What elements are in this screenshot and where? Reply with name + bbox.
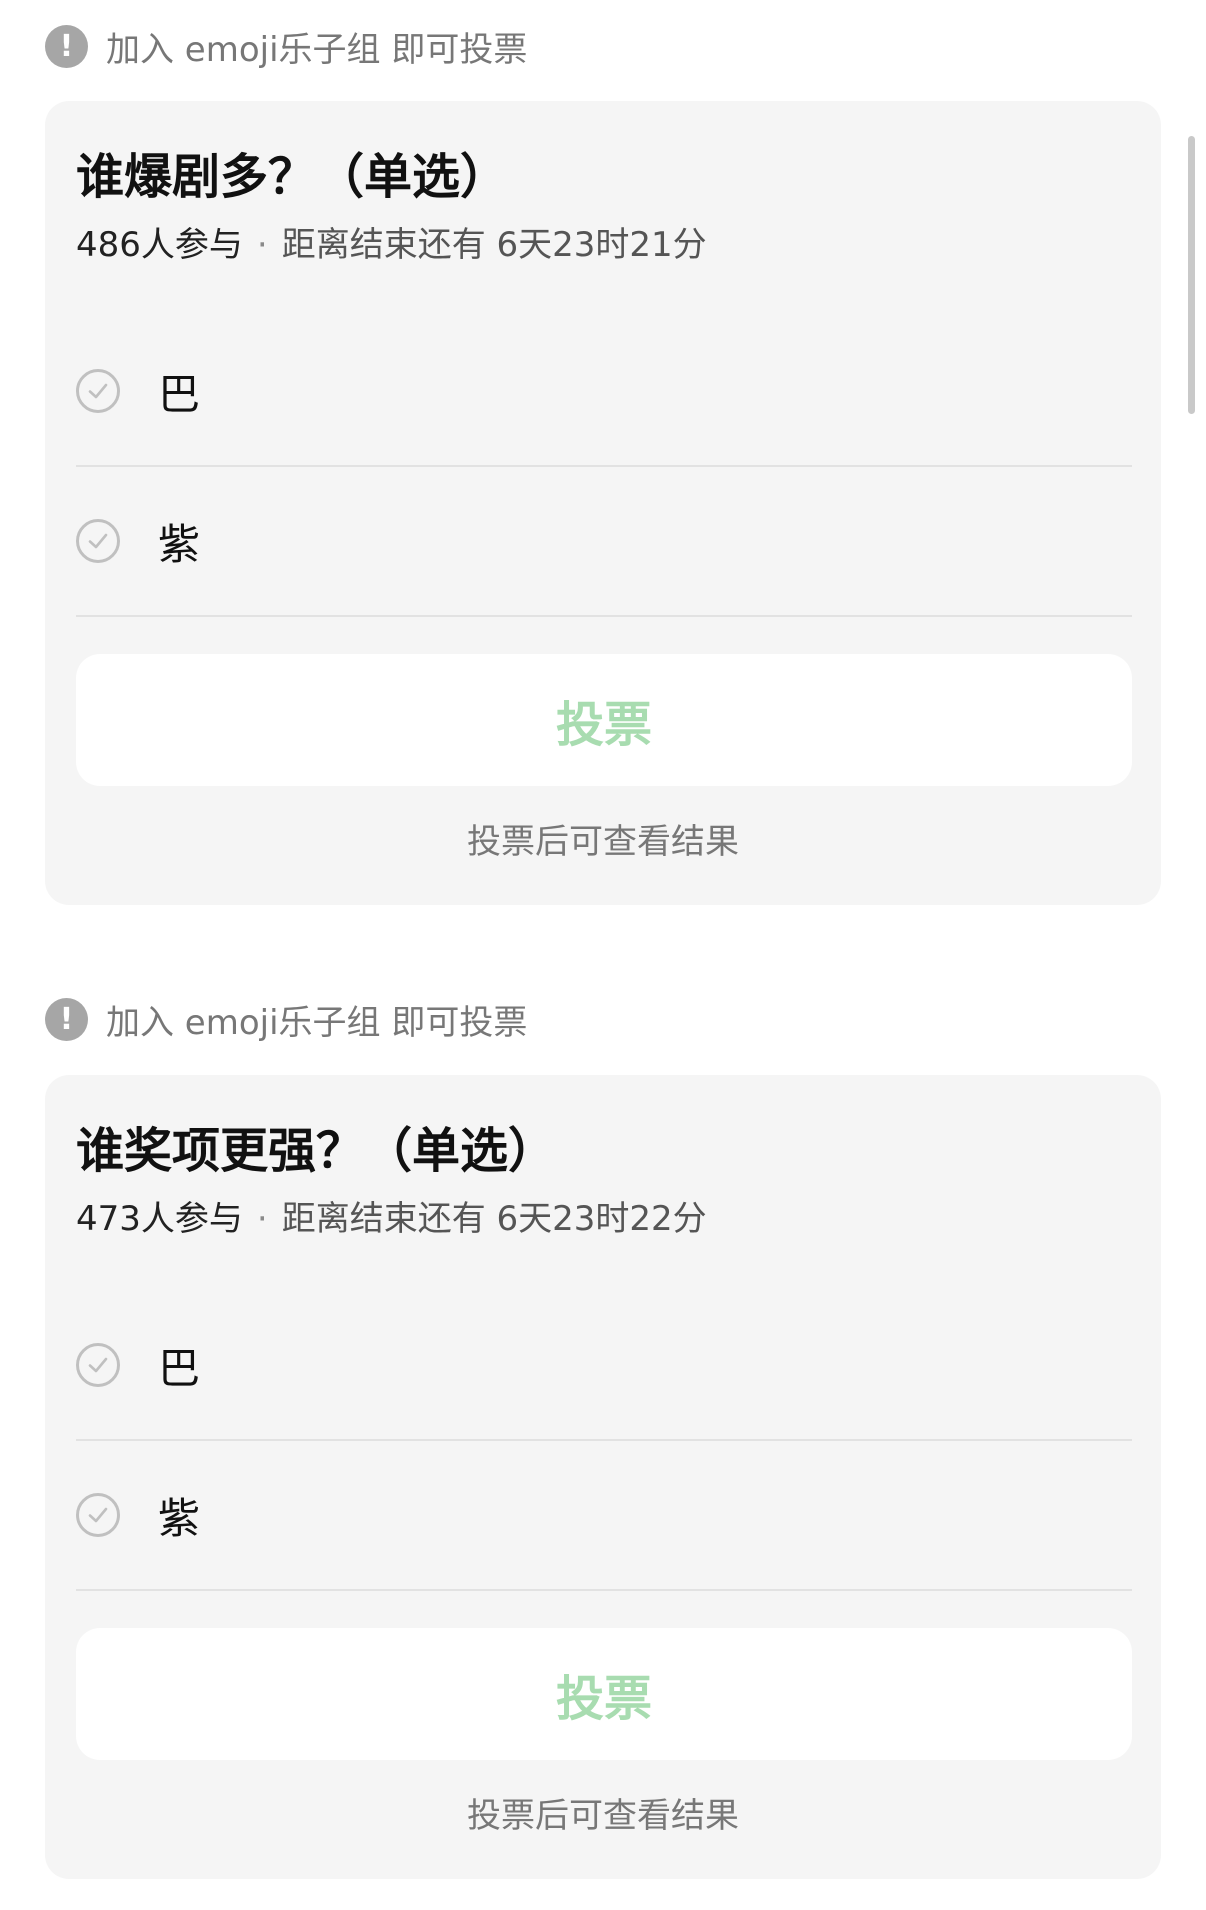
poll-card: 谁奖项更强？（单选） 473人参与 · 距离结束还有 6天23时22分 巴 紫 投票… bbox=[45, 1075, 1161, 1879]
poll-option[interactable]: 巴 bbox=[76, 317, 1132, 467]
poll-card: 谁爆剧多？（单选） 486人参与 · 距离结束还有 6天23时21分 巴 紫 投票 … bbox=[45, 101, 1161, 905]
poll-title: 谁爆剧多？（单选） bbox=[76, 149, 509, 205]
poll-option[interactable]: 紫 bbox=[76, 1441, 1132, 1591]
join-group-notice: ! 加入 emoji乐子组 即可投票 bbox=[45, 22, 527, 70]
result-hint: 投票后可查看结果 bbox=[467, 1796, 739, 1836]
exclamation-circle-icon: ! bbox=[45, 997, 88, 1041]
time-remaining: 距离结束还有 6天23时21分 bbox=[281, 225, 707, 265]
vote-button[interactable]: 投票 bbox=[76, 1628, 1132, 1760]
join-group-notice: ! 加入 emoji乐子组 即可投票 bbox=[45, 995, 527, 1043]
vote-button[interactable]: 投票 bbox=[76, 654, 1132, 786]
poll-meta: 486人参与 · 距离结束还有 6天23时21分 bbox=[76, 217, 707, 266]
notice-text: 加入 emoji乐子组 即可投票 bbox=[106, 1002, 528, 1043]
time-remaining: 距离结束还有 6天23时22分 bbox=[281, 1199, 707, 1239]
participant-count: 473人参与 bbox=[76, 1199, 243, 1239]
poll-title: 谁奖项更强？（单选） bbox=[76, 1123, 557, 1179]
result-hint: 投票后可查看结果 bbox=[467, 822, 739, 862]
check-circle-icon bbox=[76, 1343, 120, 1387]
poll-option[interactable]: 紫 bbox=[76, 467, 1132, 617]
check-circle-icon bbox=[76, 369, 120, 413]
check-circle-icon bbox=[76, 519, 120, 563]
meta-separator: · bbox=[256, 1199, 268, 1239]
option-label: 紫 bbox=[158, 1493, 201, 1543]
option-label: 紫 bbox=[158, 519, 201, 569]
option-label: 巴 bbox=[158, 1343, 201, 1393]
scrollbar[interactable] bbox=[1188, 136, 1195, 414]
poll-meta: 473人参与 · 距离结束还有 6天23时22分 bbox=[76, 1191, 707, 1240]
option-label: 巴 bbox=[158, 369, 201, 419]
participant-count: 486人参与 bbox=[76, 225, 243, 265]
check-circle-icon bbox=[76, 1493, 120, 1537]
notice-text: 加入 emoji乐子组 即可投票 bbox=[106, 29, 528, 70]
exclamation-circle-icon: ! bbox=[45, 24, 88, 68]
meta-separator: · bbox=[256, 225, 268, 265]
poll-option[interactable]: 巴 bbox=[76, 1291, 1132, 1441]
